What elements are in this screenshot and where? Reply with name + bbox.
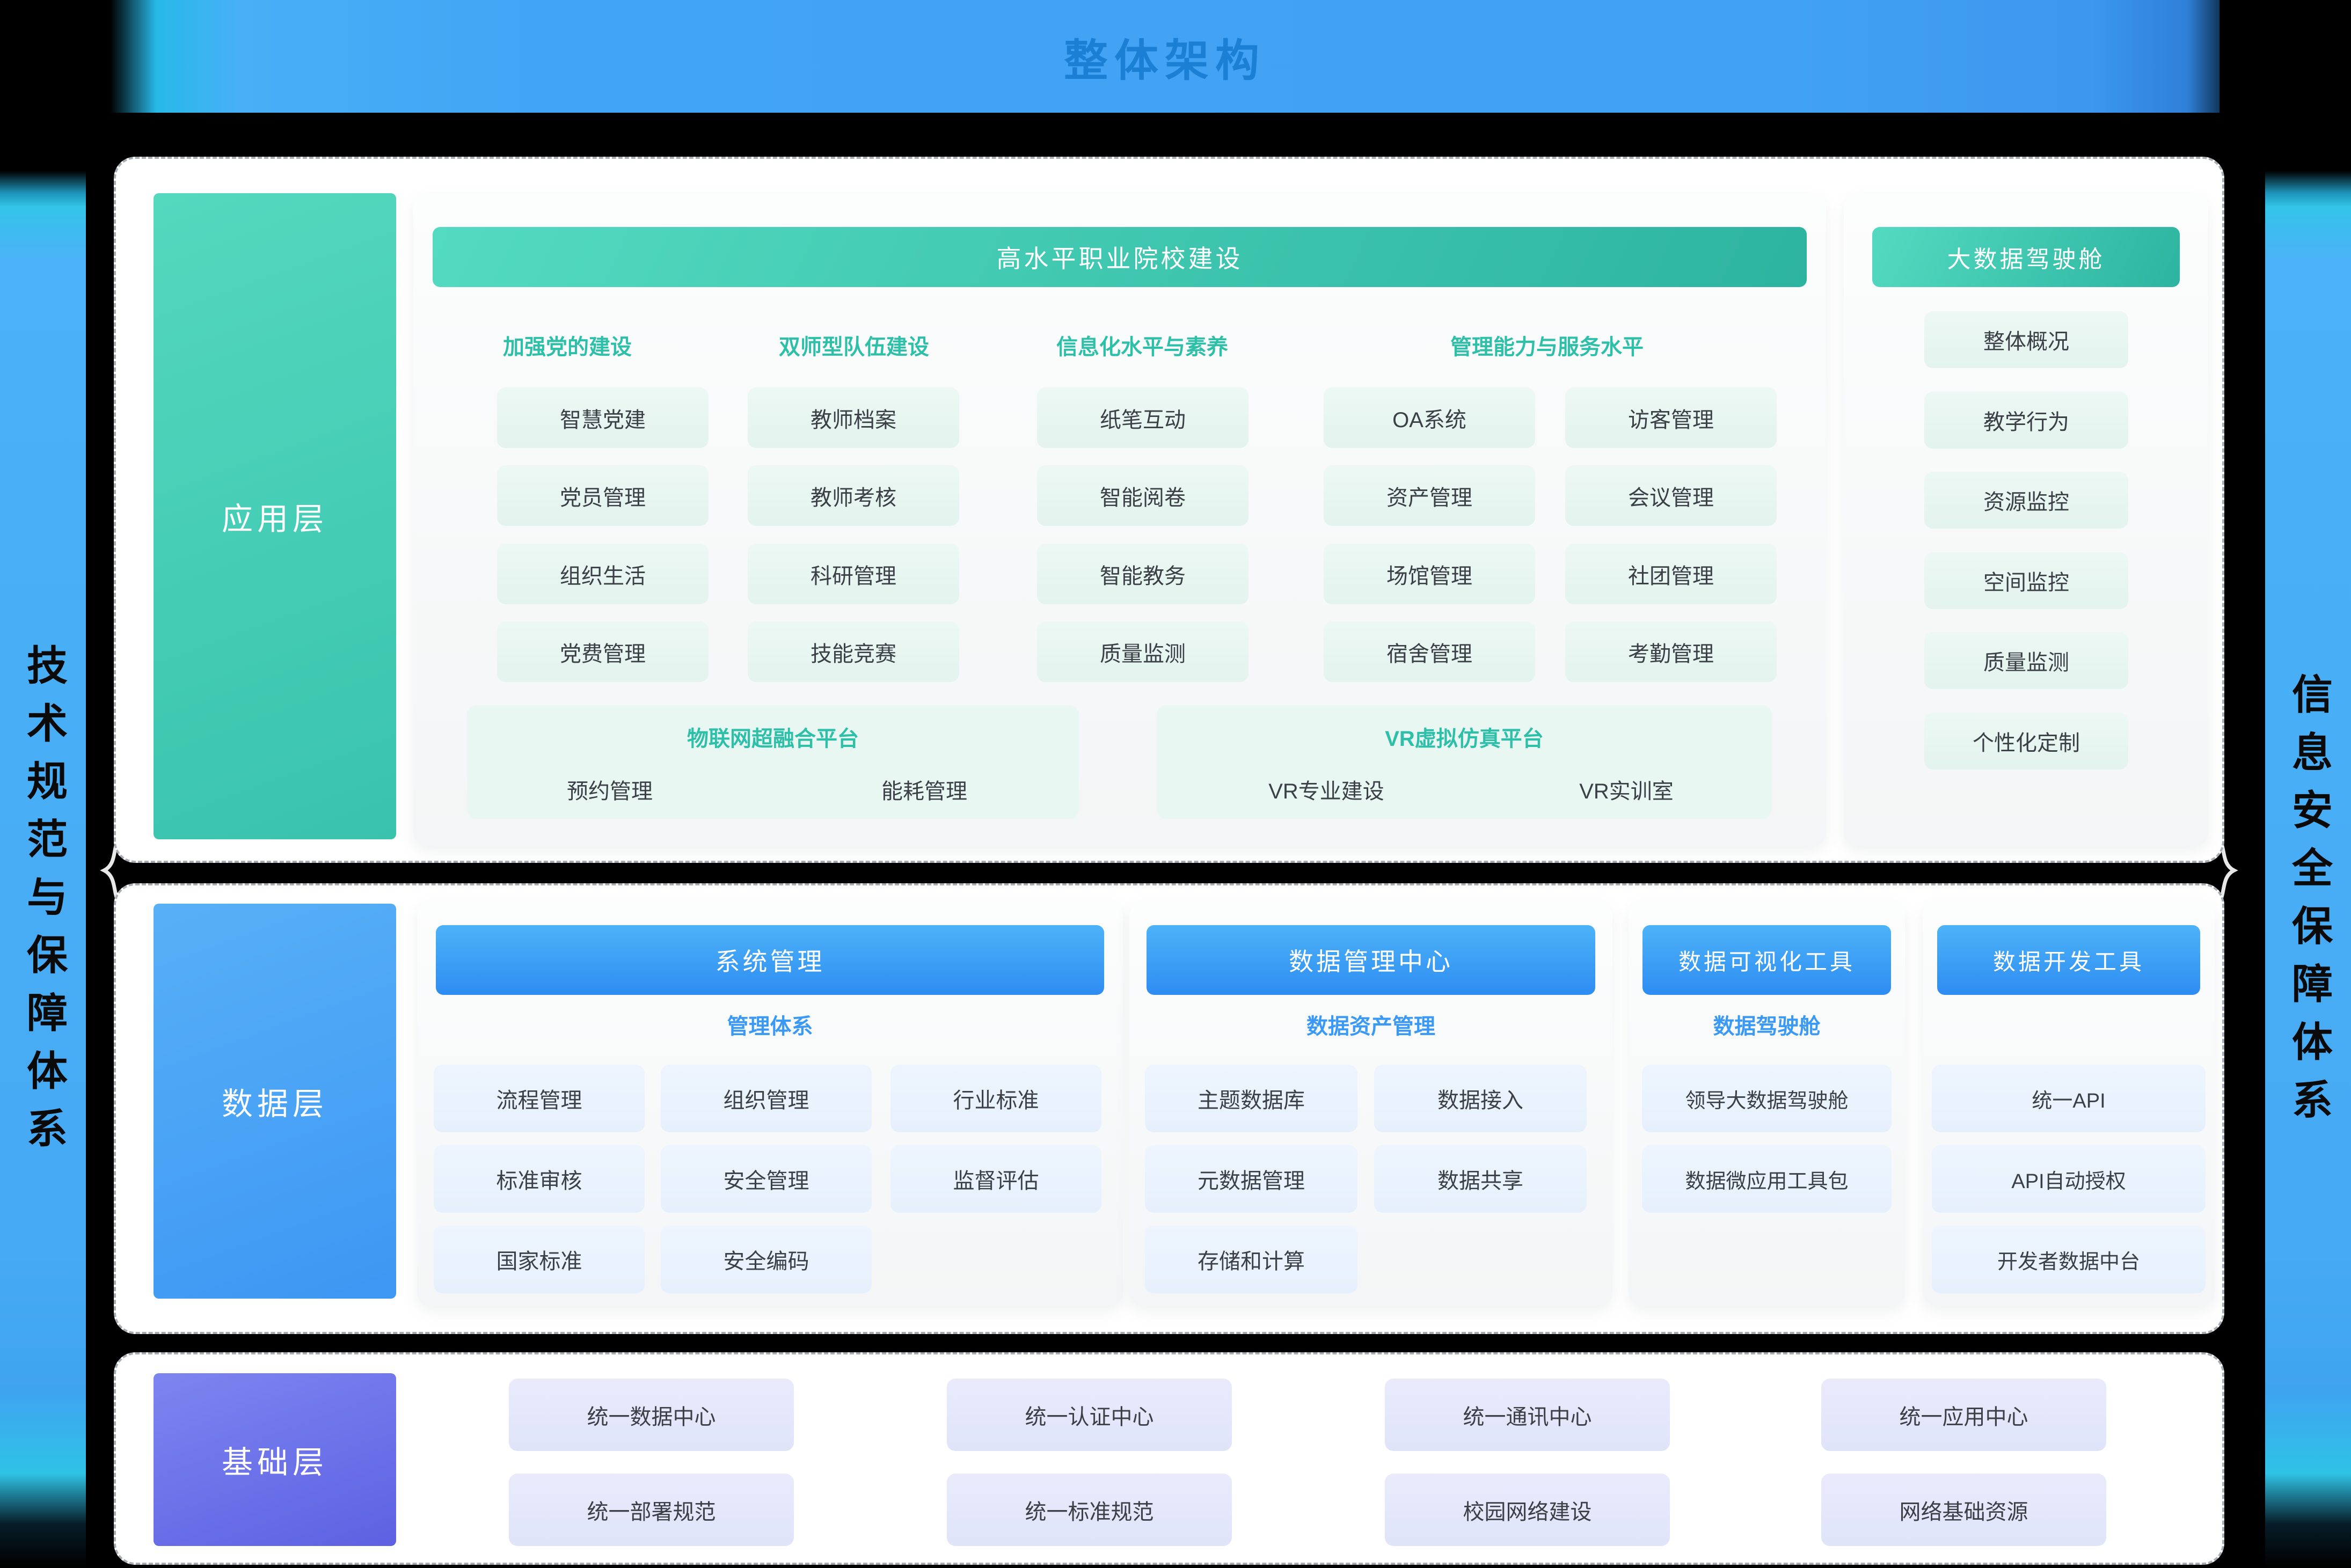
viz-tools-subheader: 数据驾驶舱 bbox=[1629, 1009, 1905, 1040]
app-node[interactable]: 智能阅卷 bbox=[1037, 465, 1248, 526]
app-node[interactable]: 智能教务 bbox=[1037, 544, 1248, 604]
data-node[interactable]: 安全编码 bbox=[661, 1226, 872, 1293]
foundation-layer-container: 基础层 统一数据中心 统一认证中心 统一通讯中心 统一应用中心 统一部署规范 统… bbox=[114, 1352, 2224, 1565]
architecture-page: { "page": { "title": "整体架构" }, "side_lab… bbox=[0, 0, 2351, 1568]
page-title: 整体架构 bbox=[1064, 25, 1266, 89]
vr-platform-item[interactable]: VR专业建设 bbox=[1268, 774, 1384, 805]
group-title-teachers: 双师型队伍建设 bbox=[779, 329, 929, 361]
data-section-visualization: 数据可视化工具 数据驾驶舱 领导大数据驾驶舱 数据微应用工具包 bbox=[1629, 902, 1905, 1306]
app-node[interactable]: 党员管理 bbox=[497, 465, 709, 526]
foundation-node[interactable]: 统一部署规范 bbox=[509, 1474, 794, 1546]
data-layer-container: 数据层 系统管理 管理体系 流程管理 组织管理 行业标准 标准审核 安全管理 监… bbox=[114, 883, 2224, 1334]
left-rail: 技术规范与保障体系 bbox=[0, 113, 86, 1568]
top-banner: 整体架构 bbox=[110, 0, 2219, 113]
data-node[interactable]: 安全管理 bbox=[661, 1145, 872, 1213]
data-node[interactable]: 数据共享 bbox=[1374, 1145, 1587, 1213]
app-main-card: 高水平职业院校建设 加强党的建设 双师型队伍建设 信息化水平与素养 管理能力与服… bbox=[413, 194, 1826, 846]
data-layer-label: 数据层 bbox=[154, 904, 396, 1299]
data-node[interactable]: API自动授权 bbox=[1932, 1145, 2206, 1213]
left-rail-label: 技术规范与保障体系 bbox=[0, 113, 86, 1568]
app-node[interactable]: 科研管理 bbox=[748, 544, 959, 604]
data-node[interactable]: 标准审核 bbox=[434, 1145, 645, 1213]
app-node[interactable]: 教师考核 bbox=[748, 465, 959, 526]
app-node[interactable]: 宿舍管理 bbox=[1324, 621, 1535, 682]
data-section-system: 系统管理 管理体系 流程管理 组织管理 行业标准 标准审核 安全管理 监督评估 … bbox=[417, 902, 1123, 1306]
cockpit-node[interactable]: 个性化定制 bbox=[1924, 713, 2128, 770]
data-node[interactable]: 数据微应用工具包 bbox=[1642, 1145, 1892, 1213]
vr-platform-title: VR虚拟仿真平台 bbox=[1385, 721, 1544, 752]
app-node[interactable]: 资产管理 bbox=[1324, 465, 1535, 526]
data-node[interactable]: 存储和计算 bbox=[1145, 1226, 1357, 1293]
data-node[interactable]: 行业标准 bbox=[890, 1065, 1101, 1132]
cockpit-node[interactable]: 质量监测 bbox=[1924, 632, 2128, 689]
app-node[interactable]: 技能竞赛 bbox=[748, 621, 959, 682]
cockpit-node[interactable]: 整体概况 bbox=[1924, 311, 2128, 368]
app-node[interactable]: 智慧党建 bbox=[497, 387, 709, 448]
foundation-node[interactable]: 统一通讯中心 bbox=[1385, 1379, 1670, 1451]
data-node[interactable]: 国家标准 bbox=[434, 1226, 645, 1293]
data-node[interactable]: 统一API bbox=[1932, 1065, 2206, 1132]
app-node[interactable]: 访客管理 bbox=[1565, 387, 1777, 448]
vr-platform-panel[interactable]: VR虚拟仿真平台 VR专业建设 VR实训室 bbox=[1157, 705, 1772, 819]
iot-platform-item[interactable]: 能耗管理 bbox=[881, 774, 967, 805]
group-title-party: 加强党的建设 bbox=[503, 329, 632, 361]
app-node[interactable]: 会议管理 bbox=[1565, 465, 1777, 526]
iot-platform-item[interactable]: 预约管理 bbox=[567, 774, 653, 805]
group-title-management: 管理能力与服务水平 bbox=[1450, 329, 1644, 361]
system-mgmt-subheader: 管理体系 bbox=[417, 1009, 1123, 1040]
foundation-node[interactable]: 统一认证中心 bbox=[947, 1379, 1232, 1451]
application-layer-container: 应用层 高水平职业院校建设 加强党的建设 双师型队伍建设 信息化水平与素养 管理… bbox=[114, 157, 2224, 863]
data-node[interactable]: 主题数据库 bbox=[1145, 1065, 1357, 1132]
data-center-header[interactable]: 数据管理中心 bbox=[1147, 925, 1595, 995]
data-node[interactable]: 开发者数据中台 bbox=[1932, 1226, 2206, 1293]
dev-tools-header[interactable]: 数据开发工具 bbox=[1937, 925, 2200, 995]
cockpit-header[interactable]: 大数据驾驶舱 bbox=[1872, 227, 2180, 287]
app-node[interactable]: 组织生活 bbox=[497, 544, 709, 604]
app-node[interactable]: 纸笔互动 bbox=[1037, 387, 1248, 448]
right-rail: 信息安全保障体系 bbox=[2265, 113, 2351, 1568]
right-rail-label: 信息安全保障体系 bbox=[2265, 113, 2351, 1568]
viz-tools-header[interactable]: 数据可视化工具 bbox=[1642, 925, 1891, 995]
data-node[interactable]: 领导大数据驾驶舱 bbox=[1642, 1065, 1892, 1132]
app-node[interactable]: 质量监测 bbox=[1037, 621, 1248, 682]
foundation-node[interactable]: 统一应用中心 bbox=[1821, 1379, 2106, 1451]
application-layer-label: 应用层 bbox=[154, 193, 396, 839]
system-mgmt-header[interactable]: 系统管理 bbox=[436, 925, 1104, 995]
app-node[interactable]: OA系统 bbox=[1324, 387, 1535, 448]
cockpit-node[interactable]: 教学行为 bbox=[1924, 392, 2128, 449]
group-title-informatization: 信息化水平与素养 bbox=[1056, 329, 1228, 361]
data-node[interactable]: 元数据管理 bbox=[1145, 1145, 1357, 1213]
app-node[interactable]: 党费管理 bbox=[497, 621, 709, 682]
app-node[interactable]: 场馆管理 bbox=[1324, 544, 1535, 604]
vr-platform-item[interactable]: VR实训室 bbox=[1579, 774, 1674, 805]
cockpit-node[interactable]: 资源监控 bbox=[1924, 472, 2128, 529]
cockpit-card: 大数据驾驶舱 整体概况 教学行为 资源监控 空间监控 质量监测 个性化定制 bbox=[1844, 194, 2208, 846]
app-main-header[interactable]: 高水平职业院校建设 bbox=[433, 227, 1807, 287]
app-node[interactable]: 社团管理 bbox=[1565, 544, 1777, 604]
foundation-node[interactable]: 校园网络建设 bbox=[1385, 1474, 1670, 1546]
data-node[interactable]: 监督评估 bbox=[890, 1145, 1101, 1213]
data-node[interactable]: 流程管理 bbox=[434, 1065, 645, 1132]
data-node[interactable]: 数据接入 bbox=[1374, 1065, 1587, 1132]
data-center-subheader: 数据资产管理 bbox=[1129, 1009, 1612, 1040]
iot-platform-panel[interactable]: 物联网超融合平台 预约管理 能耗管理 bbox=[467, 705, 1079, 819]
data-section-development: 数据开发工具 统一API API自动授权 开发者数据中台 bbox=[1923, 902, 2215, 1306]
data-section-center: 数据管理中心 数据资产管理 主题数据库 数据接入 元数据管理 数据共享 存储和计… bbox=[1129, 902, 1612, 1306]
foundation-layer-label: 基础层 bbox=[154, 1373, 396, 1546]
data-node[interactable]: 组织管理 bbox=[661, 1065, 872, 1132]
foundation-node[interactable]: 网络基础资源 bbox=[1821, 1474, 2106, 1546]
foundation-node[interactable]: 统一标准规范 bbox=[947, 1474, 1232, 1546]
app-node[interactable]: 考勤管理 bbox=[1565, 621, 1777, 682]
iot-platform-title: 物联网超融合平台 bbox=[687, 721, 859, 752]
app-node[interactable]: 教师档案 bbox=[748, 387, 959, 448]
cockpit-node[interactable]: 空间监控 bbox=[1924, 552, 2128, 609]
foundation-node[interactable]: 统一数据中心 bbox=[509, 1379, 794, 1451]
